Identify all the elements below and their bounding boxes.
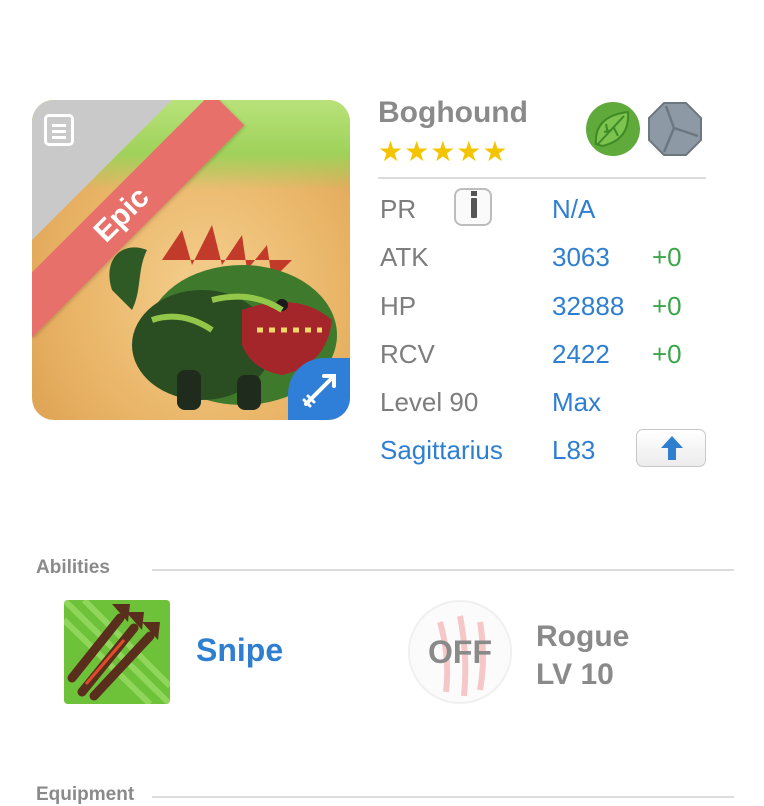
archer-arrow-icon	[302, 374, 336, 408]
trait-level: LV 10	[536, 658, 614, 691]
rcv-label: RCV	[380, 339, 435, 369]
header-divider	[378, 177, 706, 179]
zodiac-sign-link[interactable]: Sagittarius	[380, 435, 503, 466]
skill-name[interactable]: Snipe	[196, 632, 283, 669]
monster-name: Boghound	[378, 96, 528, 129]
upgrade-button[interactable]	[636, 429, 706, 467]
pr-label: PR	[380, 194, 417, 224]
abilities-section-title: Abilities	[36, 557, 110, 578]
monster-portrait[interactable]: Epic	[32, 100, 350, 420]
trait-toggle[interactable]: OFF	[408, 600, 512, 704]
info-icon	[471, 191, 477, 218]
trait-info: Rogue LV 10	[536, 618, 629, 694]
equipment-section-title: Equipment	[36, 784, 135, 805]
hp-label: HP	[380, 291, 417, 321]
stone-element-icon	[648, 102, 702, 156]
zodiac-level-value: L83	[552, 435, 596, 465]
atk-value: 3063	[552, 242, 610, 272]
pr-value: N/A	[552, 194, 596, 224]
leaf-element-icon	[586, 102, 640, 156]
arrow-up-icon	[661, 436, 683, 460]
rcv-value: 2422	[552, 339, 610, 369]
star-rating: ★★★★★	[378, 136, 509, 167]
rcv-bonus: +0	[652, 339, 682, 369]
trait-state: OFF	[428, 634, 492, 670]
equipment-divider	[152, 796, 734, 798]
trait-name: Rogue	[536, 620, 630, 653]
info-button[interactable]	[454, 188, 492, 226]
atk-label: ATK	[380, 242, 429, 272]
level-label: Level 90	[380, 387, 479, 417]
snipe-skill-icon[interactable]	[64, 600, 170, 704]
abilities-divider	[152, 569, 734, 571]
snipe-arrows-icon	[64, 600, 170, 704]
hp-bonus: +0	[652, 291, 682, 321]
level-value: Max	[552, 387, 602, 417]
document-icon[interactable]	[44, 114, 74, 146]
hp-value: 32888	[552, 291, 625, 321]
atk-bonus: +0	[652, 242, 682, 272]
